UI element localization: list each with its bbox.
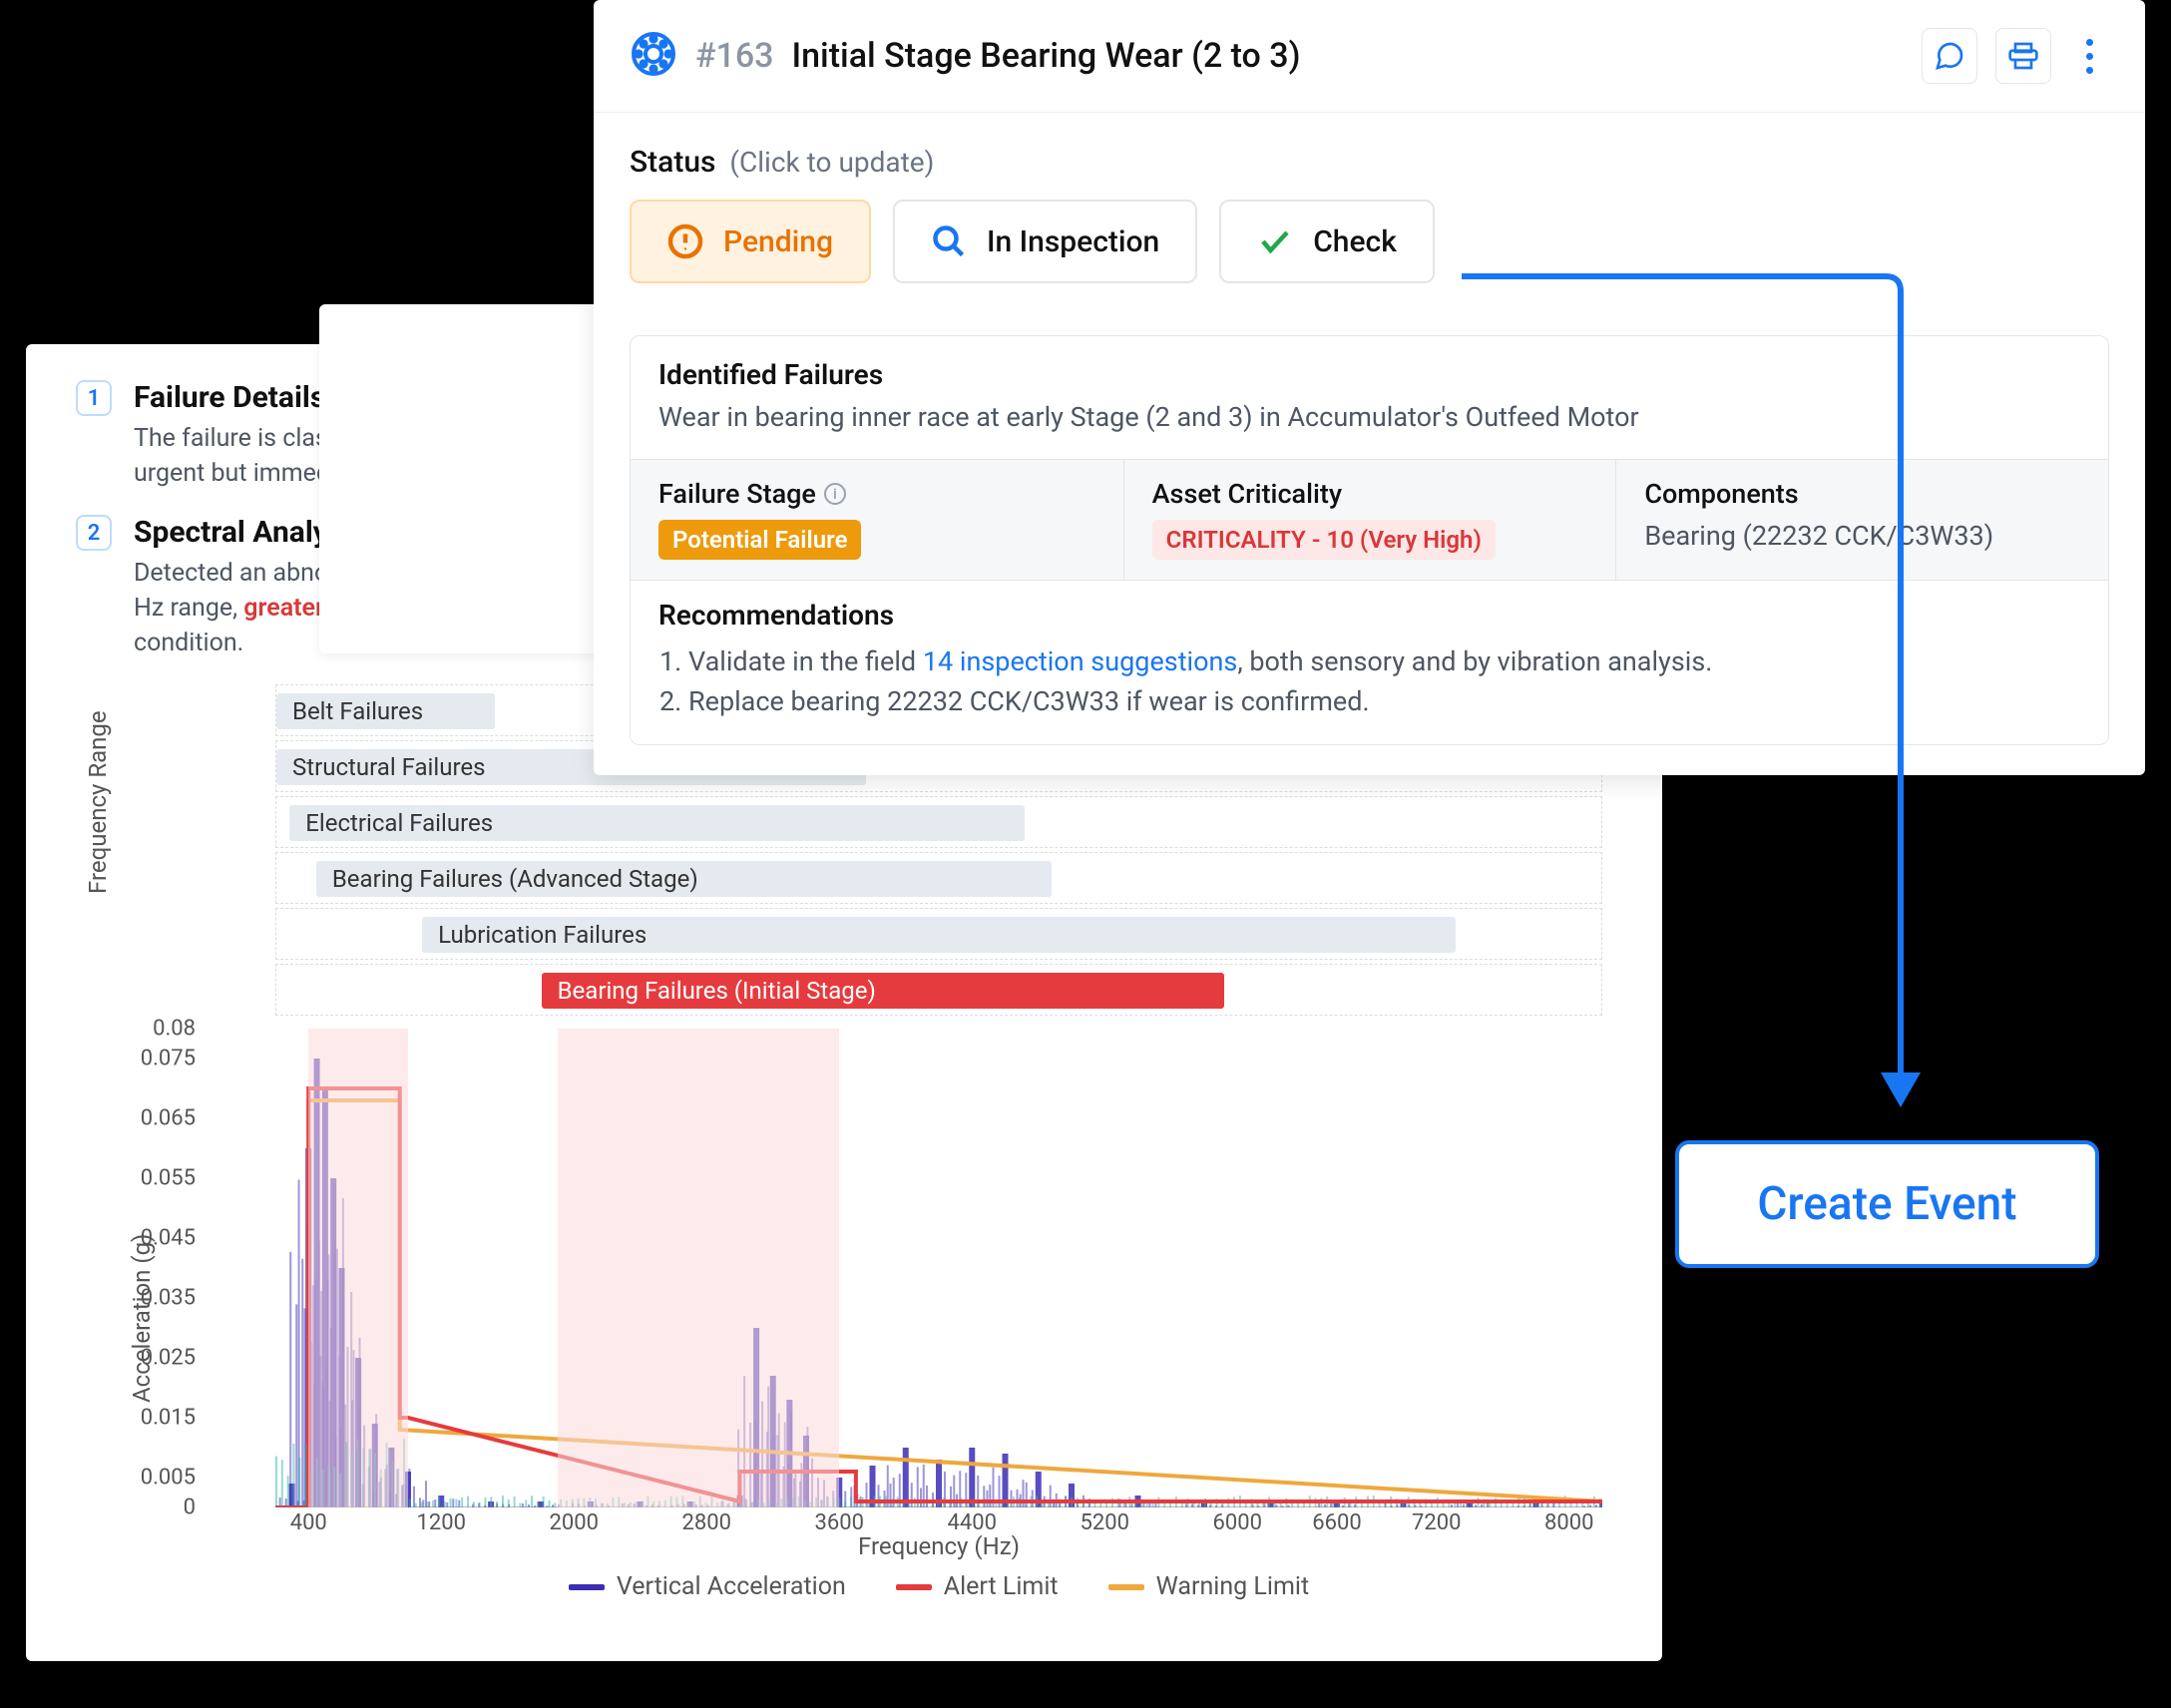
create-event-label: Create Event	[1757, 1177, 2016, 1231]
chart-legend: Vertical Acceleration Alert Limit Warnin…	[275, 1572, 1602, 1601]
more-menu-button[interactable]	[2069, 39, 2109, 74]
plot-svg	[275, 1029, 1602, 1507]
status-label: Status	[630, 145, 715, 180]
bearing-icon	[630, 30, 677, 82]
status-inspection-label: In Inspection	[987, 224, 1159, 259]
failures-title: Identified Failures	[658, 358, 2080, 391]
band-chip: Bearing Failures (Initial Stage)	[542, 973, 1224, 1009]
legend-alert-limit: Alert Limit	[896, 1572, 1059, 1601]
recommendations-list: Validate in the field 14 inspection sugg…	[688, 641, 2080, 722]
components-label: Components	[1644, 478, 2080, 510]
recommendation-2: Replace bearing 22232 CCK/C3W33 if wear …	[688, 681, 2080, 722]
comments-button[interactable]	[1922, 28, 1977, 84]
status-pending-button[interactable]: Pending	[630, 200, 871, 283]
failures-box: Identified Failures Wear in bearing inne…	[630, 335, 2109, 745]
recommendations-title: Recommendations	[658, 599, 2080, 632]
band-row: Electrical Failures	[275, 796, 1602, 848]
failure-stage-cell: Failure Stage i Potential Failure	[631, 460, 1123, 580]
status-pending-label: Pending	[723, 224, 833, 259]
status-inspection-button[interactable]: In Inspection	[893, 200, 1197, 283]
band-row: Lubrication Failures	[275, 908, 1602, 960]
legend-warning-limit: Warning Limit	[1108, 1572, 1310, 1601]
legend-vertical-acceleration: Vertical Acceleration	[569, 1572, 846, 1601]
issue-title: Initial Stage Bearing Wear (2 to 3)	[791, 36, 1300, 76]
issue-header: #163 Initial Stage Bearing Wear (2 to 3)	[594, 0, 2145, 113]
recommendation-1: Validate in the field 14 inspection sugg…	[688, 641, 2080, 682]
inspection-suggestions-link[interactable]: 14 inspection suggestions	[923, 645, 1238, 677]
status-check-button[interactable]: Check	[1219, 200, 1435, 283]
failure-stage-badge: Potential Failure	[658, 520, 861, 560]
band-chip: Belt Failures	[276, 693, 495, 729]
plot-area	[275, 1029, 1602, 1507]
info-icon[interactable]: i	[824, 483, 846, 505]
y-axis-title: Acceleration (g)	[128, 1234, 156, 1403]
create-event-button[interactable]: Create Event	[1675, 1140, 2099, 1268]
criticality-cell: Asset Criticality CRITICALITY - 10 (Very…	[1123, 460, 1616, 580]
issue-number: #163	[695, 36, 773, 76]
print-button[interactable]	[1995, 28, 2051, 84]
spectral-chart: Frequency Range Acceleration (g) Belt Fa…	[76, 684, 1622, 1602]
step-badge-2: 2	[76, 515, 112, 551]
components-value: Bearing (22232 CCK/C3W33)	[1644, 520, 2080, 552]
band-chip: Electrical Failures	[289, 805, 1025, 841]
criticality-badge: CRITICALITY - 10 (Very High)	[1152, 520, 1496, 560]
status-check-label: Check	[1313, 224, 1397, 259]
band-chip: Bearing Failures (Advanced Stage)	[316, 861, 1052, 897]
failure-stage-label: Failure Stage	[658, 478, 816, 510]
band-row: Bearing Failures (Advanced Stage)	[275, 852, 1602, 904]
status-hint: (Click to update)	[729, 146, 934, 179]
failures-description: Wear in bearing inner race at early Stag…	[658, 399, 2080, 437]
x-axis-title: Frequency (Hz)	[275, 1532, 1602, 1560]
step-2-desc-red: greater	[243, 594, 324, 623]
band-chip: Lubrication Failures	[422, 917, 1456, 953]
components-cell: Components Bearing (22232 CCK/C3W33)	[1615, 460, 2108, 580]
y-axis-title-left: Frequency Range	[84, 710, 112, 894]
band-row: Bearing Failures (Initial Stage)	[275, 964, 1602, 1016]
issue-detail-card: #163 Initial Stage Bearing Wear (2 to 3)…	[594, 0, 2145, 775]
step-badge-1: 1	[76, 380, 112, 416]
criticality-label: Asset Criticality	[1152, 478, 1588, 510]
